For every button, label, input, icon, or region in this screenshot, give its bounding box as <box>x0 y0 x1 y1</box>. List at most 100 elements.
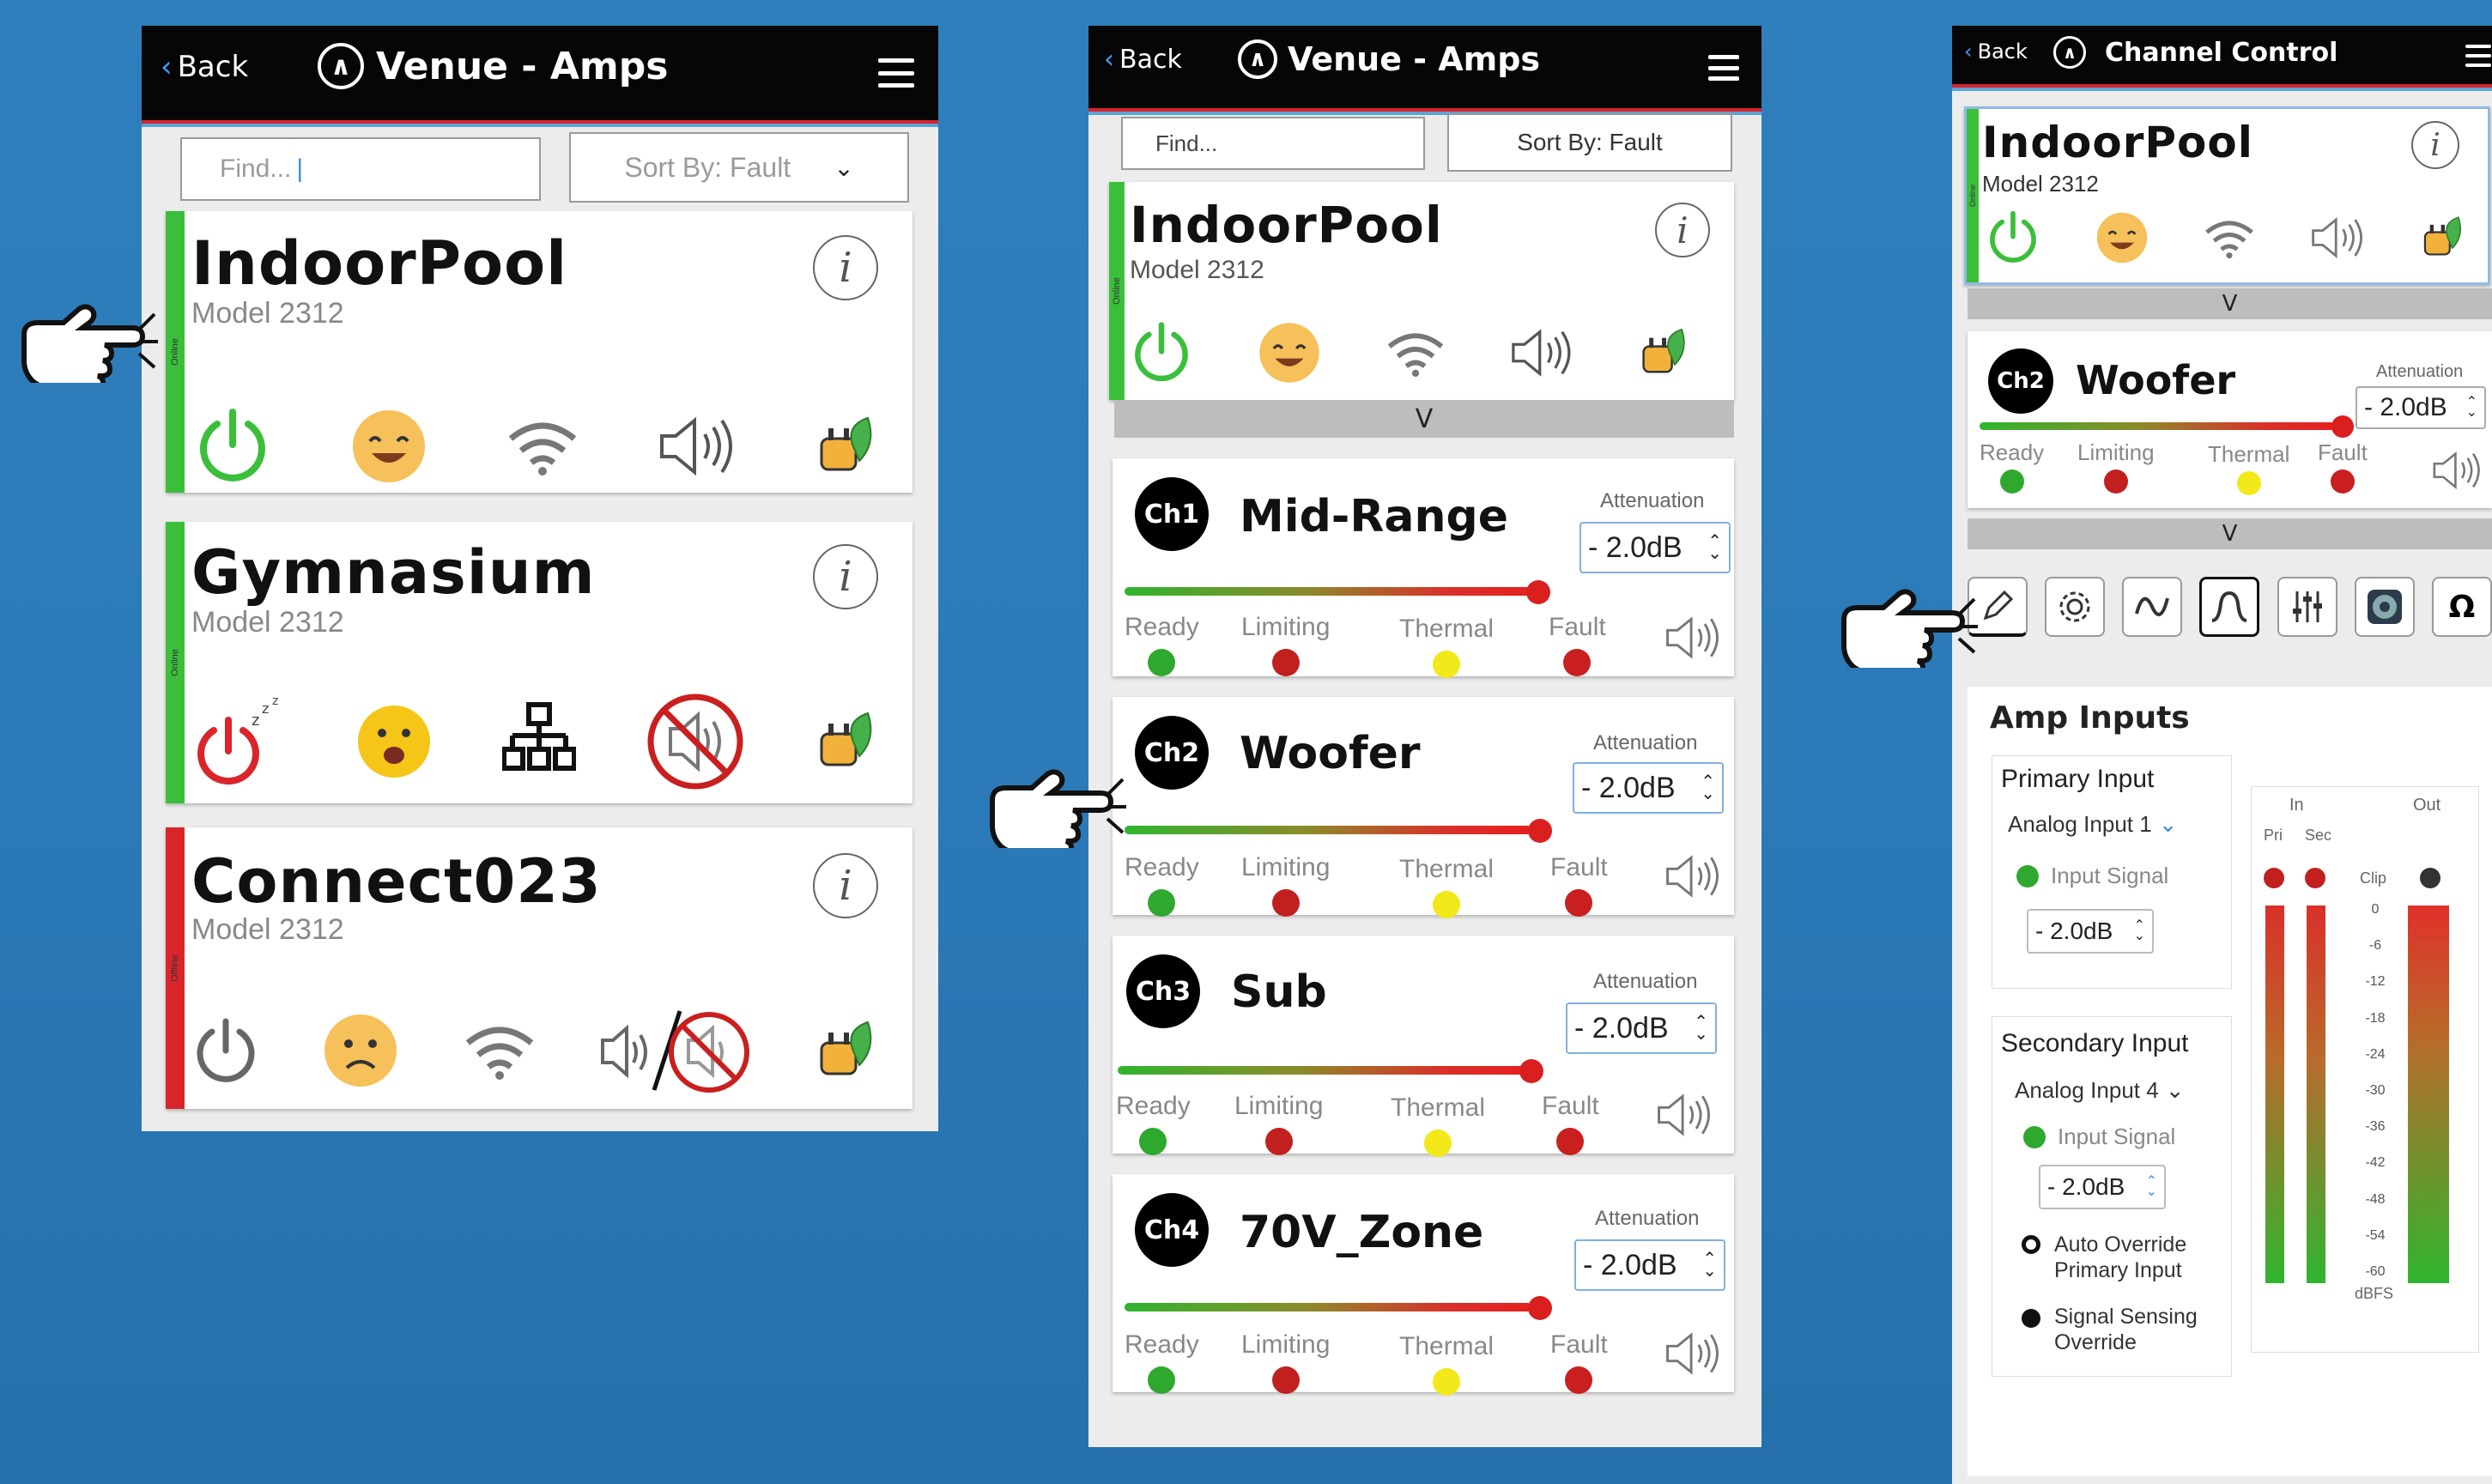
slider-knob[interactable] <box>2331 415 2354 438</box>
sort-dropdown[interactable]: Sort By: Fault ⌄ <box>569 132 909 203</box>
channel-card[interactable]: Ch1 Mid-Range Attenuation - 2.0dB ⌃ ⌄ Read… <box>1113 458 1734 678</box>
device-card[interactable]: Online IndoorPool Model 2312 i <box>1964 106 2490 285</box>
stepper-arrows-icon[interactable]: ⌃ ⌄ <box>1702 1251 1717 1280</box>
attenuation-stepper[interactable]: - 2.0dB ⌃ ⌄ <box>1566 1002 1717 1054</box>
device-card[interactable]: Online IndoorPool Model 2312 i <box>166 211 913 493</box>
menu-icon[interactable] <box>878 58 914 88</box>
primary-level-stepper[interactable]: - 2.0dB ⌃ ⌄ <box>2027 909 2154 954</box>
header: ‹ Back ∧ Venue - Amps <box>142 26 938 127</box>
slider-knob[interactable] <box>1528 819 1552 843</box>
menu-icon[interactable] <box>2465 45 2491 67</box>
radio-button[interactable] <box>2022 1235 2040 1254</box>
device-card[interactable]: Offline Connect023 Model 2312 i <box>166 827 913 1109</box>
speaker-icon[interactable] <box>657 412 739 481</box>
auto-override-option[interactable]: Auto Override Primary Input <box>2022 1232 2228 1283</box>
device-icon-row <box>1984 205 2470 270</box>
speaker-icon[interactable] <box>1509 324 1576 381</box>
channel-card[interactable]: Ch2 Woofer Attenuation - 2.0dB ⌃ ⌄ Ready L… <box>1113 697 1734 918</box>
speaker-unknown-icon[interactable] <box>599 1008 754 1093</box>
happy-face-icon <box>349 407 428 486</box>
meter-pri-label: Pri <box>2264 827 2283 844</box>
secondary-level-stepper[interactable]: - 2.0dB ⌃ ⌄ <box>2039 1165 2166 1209</box>
expand-toggle[interactable]: V <box>1114 400 1734 438</box>
expand-toggle[interactable]: V <box>1968 288 2492 319</box>
power-on-icon[interactable] <box>1984 209 2042 267</box>
back-button[interactable]: ‹ Back <box>161 50 248 84</box>
speaker-muted-icon[interactable] <box>645 691 746 792</box>
slider-knob[interactable] <box>1526 580 1550 604</box>
speaker-icon[interactable] <box>2431 448 2484 493</box>
channel-card[interactable]: Ch2 Woofer Attenuation - 2.0dB ⌃ ⌄ Ready L… <box>1968 331 2492 508</box>
device-model: Model 2312 <box>1130 256 1264 284</box>
tool-eq-tab[interactable] <box>2122 577 2183 637</box>
online-status-stripe: Online <box>166 211 185 493</box>
power-off-icon[interactable] <box>191 1016 260 1085</box>
info-icon[interactable]: i <box>1655 203 1710 257</box>
speaker-icon[interactable] <box>2309 214 2368 262</box>
device-name: Gymnasium <box>191 537 596 608</box>
stepper-arrows-icon[interactable]: ⌃ ⌄ <box>1701 773 1715 803</box>
info-icon[interactable]: i <box>813 235 878 300</box>
speaker-icon[interactable] <box>1655 1090 1715 1140</box>
signal-dot <box>2016 864 2039 887</box>
level-slider[interactable] <box>1980 422 2335 430</box>
secondary-input-select[interactable]: Analog Input 4 ⌄ <box>2015 1077 2185 1104</box>
channel-badge: Ch4 <box>1135 1193 1209 1267</box>
expand-toggle[interactable]: V <box>1968 518 2492 549</box>
primary-input-select[interactable]: Analog Input 1 ⌄ <box>2008 811 2178 838</box>
speaker-icon[interactable] <box>1664 851 1724 901</box>
slider-knob[interactable] <box>1519 1059 1543 1083</box>
channel-card[interactable]: Ch4 70V_Zone Attenuation - 2.0dB ⌃ ⌄ Ready… <box>1113 1174 1734 1396</box>
level-slider[interactable] <box>1125 587 1531 596</box>
stepper-arrows-icon[interactable]: ⌃ ⌄ <box>2466 396 2477 420</box>
speaker-icon[interactable] <box>1664 1329 1724 1378</box>
attenuation-stepper[interactable]: - 2.0dB ⌃ ⌄ <box>1574 1239 1725 1291</box>
happy-face-icon <box>2095 210 2149 265</box>
device-card[interactable]: Online Gymnasium Model 2312 i zzz <box>166 522 913 803</box>
stepper-arrows-icon[interactable]: ⌃ ⌄ <box>1707 533 1722 562</box>
eco-plug-icon <box>815 705 883 778</box>
tool-filter-tab[interactable] <box>2199 577 2260 637</box>
info-icon[interactable]: i <box>813 544 878 609</box>
device-icon-row <box>191 1008 883 1093</box>
signal-sensing-option[interactable]: Signal Sensing Override <box>2022 1304 2228 1355</box>
menu-icon[interactable] <box>1708 55 1739 81</box>
attenuation-stepper[interactable]: - 2.0dB ⌃ ⌄ <box>1573 762 1724 814</box>
eco-plug-icon <box>815 409 883 483</box>
device-model: Model 2312 <box>191 913 344 946</box>
info-icon[interactable]: i <box>813 853 878 918</box>
attenuation-label: Attenuation <box>2376 362 2464 381</box>
tool-mixer-tab[interactable] <box>2277 577 2337 637</box>
tool-settings-tab[interactable] <box>2045 577 2106 637</box>
power-on-icon[interactable] <box>191 405 274 488</box>
level-slider[interactable] <box>1125 826 1531 834</box>
info-icon[interactable]: i <box>2411 121 2459 169</box>
svg-text:z: z <box>272 694 278 708</box>
attenuation-stepper[interactable]: - 2.0dB ⌃ ⌄ <box>2356 386 2486 429</box>
level-slider[interactable] <box>1118 1066 1525 1075</box>
svg-text:z: z <box>252 712 259 730</box>
shocked-face-icon <box>355 702 434 781</box>
power-on-icon[interactable] <box>1128 319 1195 386</box>
header: ‹ Back ∧ Venue - Amps <box>1088 26 1761 115</box>
channel-card[interactable]: Ch3 Sub Attenuation - 2.0dB ⌃ ⌄ Ready Limi… <box>1113 936 1734 1157</box>
chevron-down-icon: ⌄ <box>2165 1077 2185 1103</box>
speaker-icon[interactable] <box>1664 613 1724 663</box>
back-button[interactable]: ‹ Back <box>1104 45 1182 75</box>
radio-button[interactable] <box>2022 1309 2040 1328</box>
channel-toolbar: Ω <box>1968 577 2492 637</box>
attenuation-stepper[interactable]: - 2.0dB ⌃ ⌄ <box>1579 522 1731 573</box>
sort-dropdown[interactable]: Sort By: Fault <box>1447 113 1732 172</box>
device-name: IndoorPool <box>1130 196 1443 254</box>
device-card[interactable]: Online IndoorPool Model 2312 i <box>1109 182 1734 400</box>
tool-speaker-tab[interactable] <box>2354 577 2415 637</box>
back-button[interactable]: ‹ Back <box>1964 39 2028 64</box>
search-input[interactable]: Find... | <box>180 137 541 201</box>
search-input[interactable]: Find... <box>1121 117 1425 170</box>
power-standby-icon[interactable]: zzz <box>191 694 286 789</box>
stepper-arrows-icon[interactable]: ⌃ ⌄ <box>1694 1014 1708 1043</box>
slider-knob[interactable] <box>1528 1296 1552 1320</box>
level-slider[interactable] <box>1125 1303 1531 1311</box>
wifi-icon <box>1384 328 1447 378</box>
tool-impedance-tab[interactable]: Ω <box>2431 577 2492 637</box>
